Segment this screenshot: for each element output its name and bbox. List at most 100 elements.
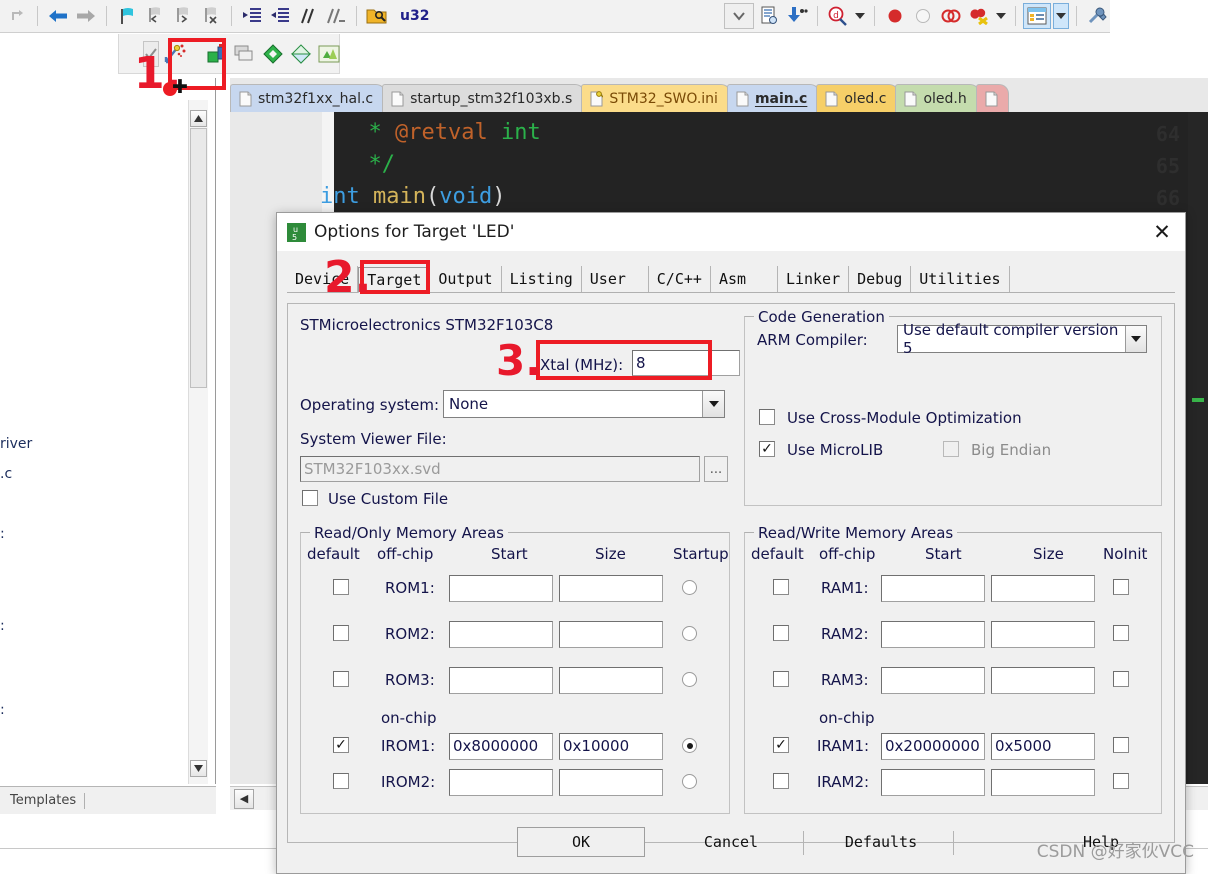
scroll-left-arrow-icon[interactable]: ◀ [234,788,254,809]
bookmark-prev-icon[interactable] [142,3,168,29]
file-tab-main-c[interactable]: main.c [726,84,821,112]
download-icon[interactable] [784,3,810,29]
cancel-button[interactable]: Cancel [667,827,795,857]
tab-output[interactable]: Output [430,266,502,292]
bookmark-next-icon[interactable] [170,3,196,29]
irom1-startup-radio[interactable] [682,738,697,753]
file-tab-stm32-swo-ini[interactable]: STM32_SWO.ini [581,84,731,112]
rom1-default-checkbox[interactable] [333,579,349,595]
iram1-size-input[interactable]: 0x5000 [991,733,1095,760]
rom3-size-input[interactable] [559,667,663,694]
ram1-noinit-checkbox[interactable] [1113,579,1129,595]
project-panel[interactable]: river .c : : : [0,78,216,784]
uncomment-icon[interactable] [323,3,349,29]
open-folder-search-icon[interactable] [364,3,390,29]
dropdown-arrow-icon[interactable] [994,3,1008,29]
operating-system-select[interactable]: None [443,390,725,418]
dropdown-arrow-icon[interactable] [853,3,867,29]
irom1-start-input[interactable]: 0x8000000 [449,733,553,760]
manage-components-icon[interactable] [1023,3,1051,29]
irom2-start-input[interactable] [449,769,553,796]
breakpoint-icon[interactable] [882,3,908,29]
system-viewer-file-input[interactable]: STM32F103xx.svd [300,456,700,482]
ram3-start-input[interactable] [881,667,985,694]
tab-asm[interactable]: Asm [711,266,777,292]
irom2-default-checkbox[interactable] [333,773,349,789]
use-custom-file-checkbox[interactable] [302,490,318,506]
rom1-size-input[interactable] [559,575,663,602]
pack-installer-icon[interactable] [289,41,313,67]
chevron-down-icon[interactable] [702,391,724,417]
debug-search-icon[interactable]: d [825,3,851,29]
irom2-size-input[interactable] [559,769,663,796]
tab-listing[interactable]: Listing [502,266,582,292]
indent-right-icon[interactable] [239,3,265,29]
indent-left-icon[interactable] [267,3,293,29]
bookmark-clear-icon[interactable] [198,3,224,29]
ok-button[interactable]: OK [517,827,645,857]
configure-wizard-icon[interactable] [1084,3,1110,29]
disabled-breakpoint-icon[interactable] [910,3,936,29]
file-properties-icon[interactable] [756,3,782,29]
rom3-start-input[interactable] [449,667,553,694]
rom2-size-input[interactable] [559,621,663,648]
tab-c-cpp[interactable]: C/C++ [647,266,711,292]
rom3-default-checkbox[interactable] [333,671,349,687]
back-arrow-icon[interactable] [45,3,71,29]
file-tab-oled-c[interactable]: oled.c [816,84,900,112]
ram3-default-checkbox[interactable] [773,671,789,687]
ram2-size-input[interactable] [991,621,1095,648]
irom1-size-input[interactable]: 0x10000 [559,733,663,760]
forward-arrow-icon[interactable] [73,3,99,29]
comment-icon[interactable] [295,3,321,29]
iram1-start-input[interactable]: 0x20000000 [881,733,985,760]
iram2-start-input[interactable] [881,769,985,796]
tab-user[interactable]: User [582,266,648,292]
project-panel-scrollbar[interactable] [188,100,208,784]
file-tab-stm32f1xx-hal-c[interactable]: stm32f1xx_hal.c [230,84,387,112]
defaults-button[interactable]: Defaults [817,827,945,857]
file-tab-partial[interactable] [975,84,1009,112]
dropdown-arrow-icon[interactable] [1053,3,1069,29]
ram1-start-input[interactable] [881,575,985,602]
scroll-down-arrow-icon[interactable] [190,760,207,777]
chevron-down-icon[interactable] [1124,326,1146,352]
ram1-size-input[interactable] [991,575,1095,602]
iram2-noinit-checkbox[interactable] [1113,773,1129,789]
rom2-startup-radio[interactable] [682,626,697,641]
scroll-up-arrow-icon[interactable] [190,110,207,127]
ram1-default-checkbox[interactable] [773,579,789,595]
tab-linker[interactable]: Linker [776,266,850,292]
editor-scrollbar[interactable] [1188,112,1208,784]
rom1-start-input[interactable] [449,575,553,602]
ram2-start-input[interactable] [881,621,985,648]
manage-project-icon[interactable] [233,41,257,67]
toggle-breakpoints-icon[interactable] [938,3,964,29]
iram2-size-input[interactable] [991,769,1095,796]
ram3-noinit-checkbox[interactable] [1113,671,1129,687]
file-tab-startup-stm32f103xb-s[interactable]: startup_stm32f103xb.s [382,84,586,112]
ram3-size-input[interactable] [991,667,1095,694]
green-diamond-icon[interactable] [261,41,285,67]
ram2-noinit-checkbox[interactable] [1113,625,1129,641]
rom2-start-input[interactable] [449,621,553,648]
tab-utilities[interactable]: Utilities [911,266,1010,292]
multi-project-icon[interactable] [317,41,341,67]
scrollbar-thumb[interactable] [190,128,207,388]
iram1-noinit-checkbox[interactable] [1113,737,1129,753]
rom1-startup-radio[interactable] [682,580,697,595]
iram2-default-checkbox[interactable] [773,773,789,789]
close-icon[interactable]: ✕ [1139,213,1185,251]
project-tab-templates[interactable]: Templates [2,791,84,810]
ram2-default-checkbox[interactable] [773,625,789,641]
use-microlib-checkbox[interactable]: ✓ [759,441,775,457]
dropdown-chevron-icon[interactable] [724,3,754,29]
file-tab-oled-h[interactable]: oled.h [895,84,980,112]
cross-module-optimization-checkbox[interactable] [759,409,775,425]
system-viewer-browse-button[interactable]: ... [704,456,728,482]
bookmark-icon[interactable] [114,3,140,29]
iram1-default-checkbox[interactable]: ✓ [773,737,789,753]
redo-icon[interactable] [4,3,30,29]
tab-debug[interactable]: Debug [849,266,912,292]
kill-breakpoints-icon[interactable] [966,3,992,29]
